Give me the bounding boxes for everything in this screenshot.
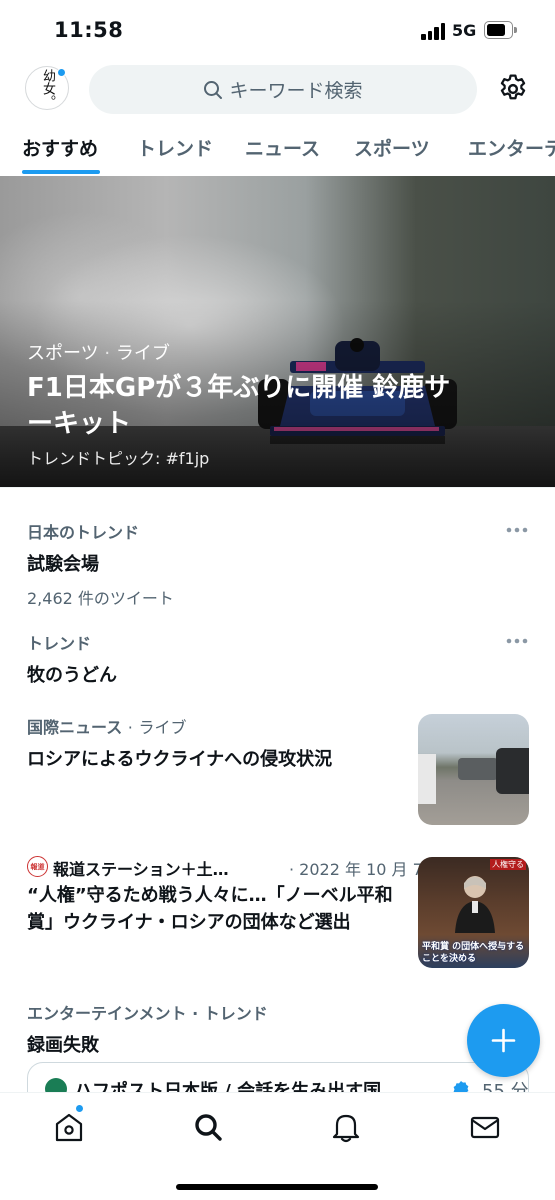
trend-item[interactable]: エンターテインメント · トレンド 録画失敗	[27, 1000, 447, 1057]
tab-trending[interactable]: トレンド	[137, 134, 213, 161]
trend-meta: トレンド	[27, 634, 92, 653]
avatar-text: 幼女。	[40, 68, 55, 108]
hero-meta: スポーツ · ライブ	[27, 339, 170, 365]
trend-meta: 国際ニュース · ライブ	[27, 714, 407, 738]
search-input[interactable]: キーワード検索	[89, 65, 477, 114]
hero-card[interactable]: スポーツ · ライブ F1日本GPが３年ぶりに開催 鈴鹿サーキット トレンドトピ…	[0, 176, 555, 487]
tab-entertainment[interactable]: エンターテ	[468, 134, 555, 161]
gear-icon[interactable]	[497, 73, 529, 105]
trend-meta: 日本のトレンド	[27, 523, 140, 542]
compose-button[interactable]	[467, 1004, 540, 1077]
trend-title: 牧のうどん	[27, 665, 117, 686]
news-headline[interactable]: “人権”守るため戦う人々に…「ノーベル平和賞」ウクライナ・ロシアの団体など選出	[27, 882, 407, 936]
thumbnail-vehicle	[418, 754, 436, 804]
thumbnail-caption: 平和賞 の団体へ授与することを決める	[422, 942, 525, 964]
hero-status: ライブ	[115, 343, 170, 364]
trend-separator: ·	[127, 718, 133, 737]
notification-dot	[57, 68, 66, 77]
trend-meta: エンターテインメント · トレンド	[27, 1004, 268, 1023]
trend-title: 録画失敗	[27, 1035, 99, 1056]
more-horizontal-icon[interactable]	[506, 527, 528, 533]
plus-icon	[491, 1028, 516, 1053]
thumbnail-banner: 人権守る	[490, 859, 526, 870]
active-tab-indicator	[22, 170, 100, 174]
news-thumbnail[interactable]: 人権守る 平和賞 の団体へ授与することを決める	[418, 857, 529, 968]
search-placeholder: キーワード検索	[229, 80, 363, 102]
trend-item[interactable]: 日本のトレンド 試験会場 2,462 件のツイート	[27, 519, 527, 609]
source-name: 報道ステーション＋土…	[53, 860, 229, 879]
status-time: 11:58	[54, 18, 124, 42]
status-bar: 11:58 5G	[0, 0, 555, 62]
trend-category: 国際ニュース	[27, 718, 123, 737]
hero-category: スポーツ	[27, 343, 99, 364]
thumbnail-vehicle	[458, 758, 498, 780]
hero-subtitle: トレンドトピック: #f1jp	[27, 449, 210, 468]
trend-status: ライブ	[138, 718, 187, 737]
home-indicator	[176, 1184, 378, 1190]
home-icon[interactable]	[52, 1110, 86, 1144]
section-divider	[0, 487, 555, 488]
news-source-row[interactable]: 報道 報道ステーション＋土… · 2022 年 10 月 7 日	[27, 855, 444, 879]
news-thumbnail[interactable]	[418, 714, 529, 825]
home-notification-dot	[75, 1104, 84, 1113]
trend-item[interactable]: 国際ニュース · ライブ ロシアによるウクライナへの侵攻状況	[27, 714, 407, 771]
trend-item[interactable]: トレンド 牧のうどん	[27, 630, 527, 687]
battery-icon	[484, 21, 517, 39]
source-logo: 報道	[27, 856, 48, 877]
bottom-nav	[0, 1092, 555, 1200]
cellular-signal-icon	[421, 22, 447, 40]
search-icon	[204, 80, 223, 99]
trend-count: 2,462 件のツイート	[27, 589, 174, 608]
trend-title: 試験会場	[27, 554, 99, 575]
tab-news[interactable]: ニュース	[245, 134, 320, 161]
tab-sports[interactable]: スポーツ	[354, 134, 430, 161]
more-horizontal-icon[interactable]	[506, 638, 528, 644]
bell-icon[interactable]	[329, 1110, 363, 1144]
thumbnail-person	[455, 876, 495, 933]
search-icon[interactable]	[191, 1110, 225, 1144]
network-type: 5G	[452, 21, 477, 40]
tab-recommended[interactable]: おすすめ	[22, 134, 98, 161]
mail-icon[interactable]	[468, 1110, 502, 1144]
hero-separator: ·	[104, 343, 111, 364]
trend-title: ロシアによるウクライナへの侵攻状況	[27, 749, 333, 770]
hero-title: F1日本GPが３年ぶりに開催 鈴鹿サーキット	[27, 373, 451, 439]
thumbnail-vehicle	[496, 748, 529, 794]
